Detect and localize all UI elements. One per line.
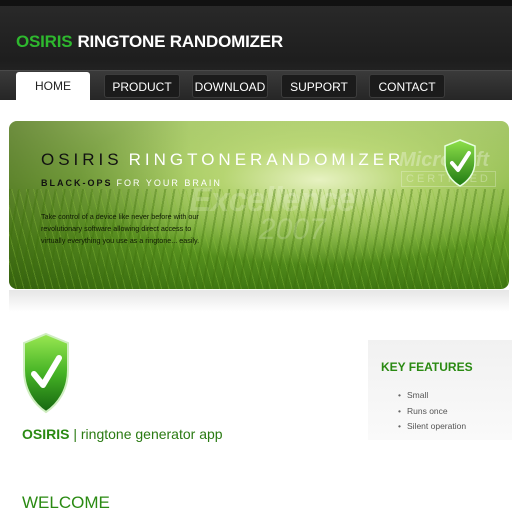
features-list: Small Runs once Silent operation <box>398 390 466 437</box>
tagline-bold: BLACK-OPS <box>41 178 113 188</box>
year-watermark: 2007 <box>259 213 326 246</box>
nav-download[interactable]: DOWNLOAD <box>192 74 268 98</box>
banner-reflection <box>9 290 509 312</box>
site-logo[interactable]: OSIRIS RINGTONE RANDOMIZER <box>16 32 283 52</box>
checkmark-shield-icon <box>23 332 69 414</box>
nav-home[interactable]: HOME <box>16 72 90 101</box>
banner-title: OSIRIS RINGTONERANDOMIZER <box>41 150 404 170</box>
hero-banner: Excellence 2007 Microsoft CERTIFIED OSIR… <box>9 121 509 289</box>
nav-support[interactable]: SUPPORT <box>281 74 357 98</box>
product-name-brand: OSIRIS <box>22 426 70 442</box>
nav-contact[interactable]: CONTACT <box>369 74 445 98</box>
banner-title-brand: OSIRIS <box>41 150 123 169</box>
header-top-line <box>0 0 512 6</box>
feature-item: Silent operation <box>398 421 466 437</box>
feature-item: Runs once <box>398 406 466 422</box>
feature-item: Small <box>398 390 466 406</box>
key-features-panel: KEY FEATURES Small Runs once Silent oper… <box>368 340 512 440</box>
welcome-heading: WELCOME <box>22 493 110 512</box>
banner-description: Take control of a device like never befo… <box>41 212 200 245</box>
logo-text: RINGTONE RANDOMIZER <box>77 32 283 51</box>
product-name: OSIRIS | ringtone generator app <box>22 426 223 442</box>
nav-product[interactable]: PRODUCT <box>104 74 180 98</box>
product-name-rest: | ringtone generator app <box>73 426 223 442</box>
banner-tagline: BLACK-OPS FOR YOUR BRAIN <box>41 178 222 188</box>
checkmark-shield-icon <box>444 139 476 187</box>
tagline-rest: FOR YOUR BRAIN <box>116 178 222 188</box>
banner-title-rest: RINGTONERANDOMIZER <box>128 150 405 169</box>
key-features-heading: KEY FEATURES <box>381 360 473 374</box>
logo-brand: OSIRIS <box>16 32 73 51</box>
